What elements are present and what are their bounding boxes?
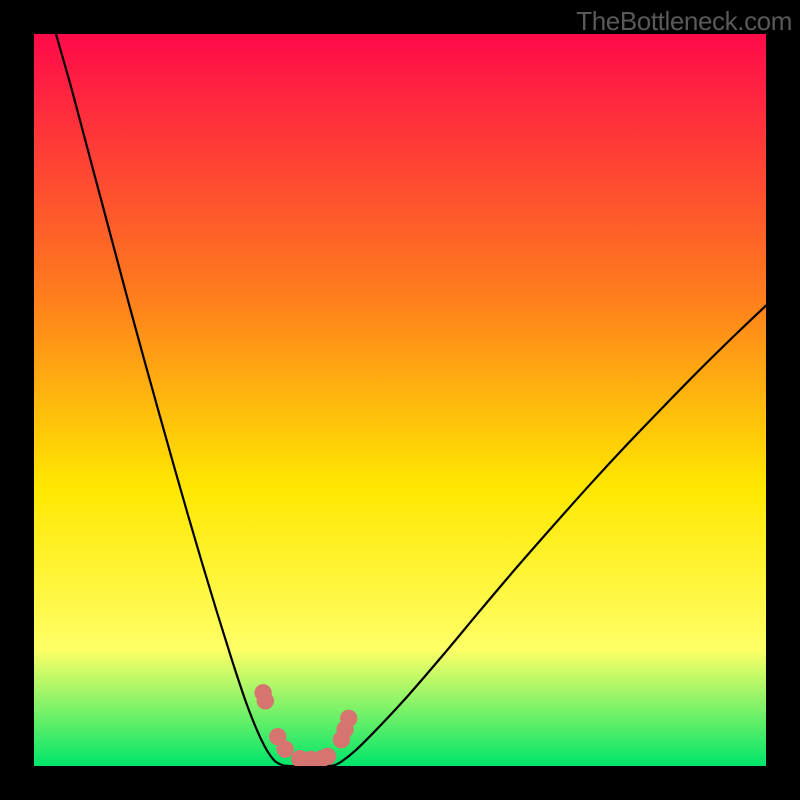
data-point [340, 710, 357, 727]
bottleneck-chart [34, 34, 766, 766]
data-point [257, 692, 274, 709]
chart-frame: TheBottleneck.com [0, 0, 800, 800]
heat-gradient-background [34, 34, 766, 766]
data-point [276, 740, 293, 757]
watermark-label: TheBottleneck.com [576, 6, 792, 37]
data-point [319, 748, 336, 765]
